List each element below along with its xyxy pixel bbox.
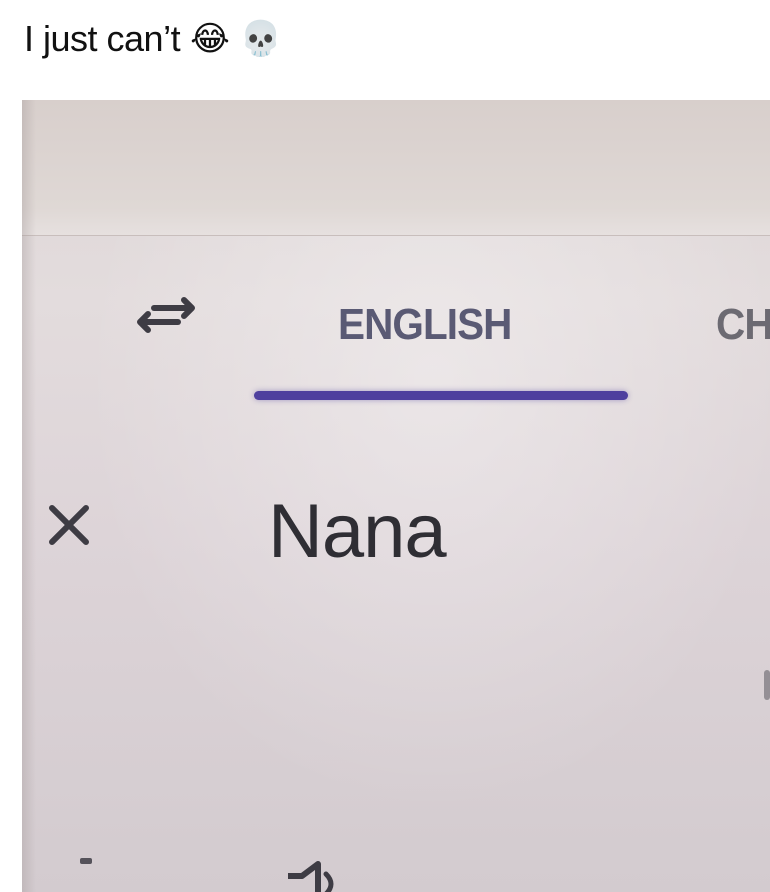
post: I just can’t 😂 💀 ENGLISH CH Nana <box>0 0 770 892</box>
bottom-dot-icon <box>80 858 92 864</box>
tab-chinese[interactable]: CH <box>716 300 770 350</box>
post-caption: I just can’t 😂 💀 <box>24 14 282 64</box>
caption-emojis: 😂 💀 <box>190 19 282 59</box>
translator-photo: ENGLISH CH Nana <box>22 100 770 892</box>
photo-edge-shadow <box>22 100 36 892</box>
source-text-input[interactable]: Nana <box>268 488 447 575</box>
caption-text: I just can’t <box>24 18 181 59</box>
speaker-icon[interactable] <box>284 852 354 892</box>
close-icon[interactable] <box>44 500 94 550</box>
selected-tab-indicator <box>254 391 628 400</box>
screen-top-band <box>22 100 770 236</box>
scroll-edge-mark <box>764 670 770 700</box>
tab-english[interactable]: ENGLISH <box>338 300 512 350</box>
swap-languages-icon[interactable] <box>134 292 198 340</box>
